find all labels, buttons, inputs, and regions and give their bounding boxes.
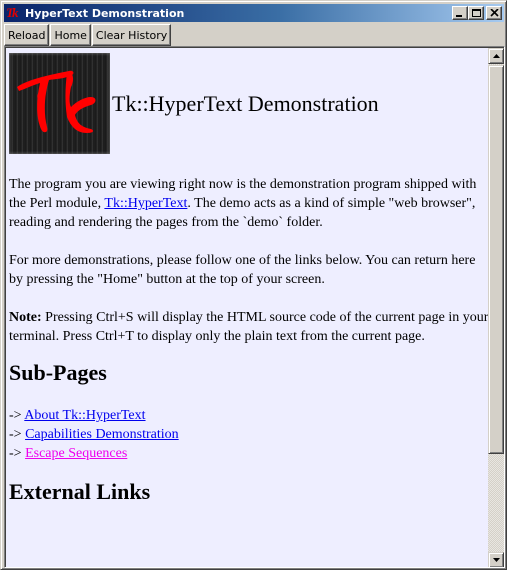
minimize-button[interactable]: [452, 6, 468, 20]
home-button[interactable]: Home: [50, 24, 91, 46]
vertical-scrollbar[interactable]: [488, 48, 504, 567]
html-viewport: Tk::HyperText Demonstration The program …: [4, 46, 505, 568]
tk-logo: [9, 52, 110, 154]
page-header: Tk::HyperText Demonstration: [9, 52, 489, 154]
scroll-thumb[interactable]: [488, 65, 504, 454]
toolbar: Reload Home Clear History: [4, 24, 172, 46]
list-item: -> Escape Sequences: [9, 444, 489, 463]
list-item: -> Capabilities Demonstration: [9, 425, 489, 444]
arrow-down-icon: [493, 558, 500, 562]
close-button[interactable]: [486, 6, 502, 20]
reload-button[interactable]: Reload: [4, 24, 50, 46]
scroll-up-button[interactable]: [488, 48, 504, 64]
escape-sequences-link[interactable]: Escape Sequences: [25, 446, 127, 461]
note-text: Pressing Ctrl+S will display the HTML so…: [9, 310, 489, 344]
window-title: HyperText Demonstration: [25, 6, 185, 20]
page-content-area[interactable]: Tk::HyperText Demonstration The program …: [5, 47, 504, 567]
close-icon: [490, 9, 499, 17]
arrow-prefix: ->: [9, 408, 25, 423]
maximize-button[interactable]: [468, 6, 484, 20]
about-link[interactable]: About Tk::HyperText: [24, 408, 145, 423]
subpages-heading: Sub-Pages: [9, 360, 107, 385]
intro-paragraph: The program you are viewing right now is…: [9, 175, 489, 232]
arrow-up-icon: [493, 54, 500, 58]
tk-hypertext-link[interactable]: Tk::HyperText: [104, 196, 187, 211]
minimize-icon: [456, 15, 462, 17]
tk-logo-icon: [17, 70, 96, 133]
capabilities-link[interactable]: Capabilities Demonstration: [25, 427, 179, 442]
arrow-prefix: ->: [9, 446, 26, 461]
list-item: -> About Tk::HyperText: [9, 406, 489, 425]
app-window: Tk HyperText Demonstration Reload Home C…: [0, 0, 507, 570]
page-content: Tk::HyperText Demonstration The program …: [9, 52, 489, 505]
arrow-prefix: ->: [9, 427, 26, 442]
note-paragraph: Note: Pressing Ctrl+S will display the H…: [9, 308, 489, 346]
external-links-heading: External Links: [9, 479, 151, 504]
title-bar[interactable]: Tk HyperText Demonstration: [4, 4, 504, 22]
tk-icon: Tk: [6, 5, 18, 20]
more-paragraph: For more demonstrations, please follow o…: [9, 253, 476, 287]
maximize-icon: [472, 9, 481, 17]
scroll-down-button[interactable]: [488, 552, 504, 567]
clear-history-button[interactable]: Clear History: [91, 24, 172, 46]
window-controls: [452, 6, 502, 20]
note-label: Note:: [9, 310, 42, 325]
page-title: Tk::HyperText Demonstration: [112, 90, 379, 116]
